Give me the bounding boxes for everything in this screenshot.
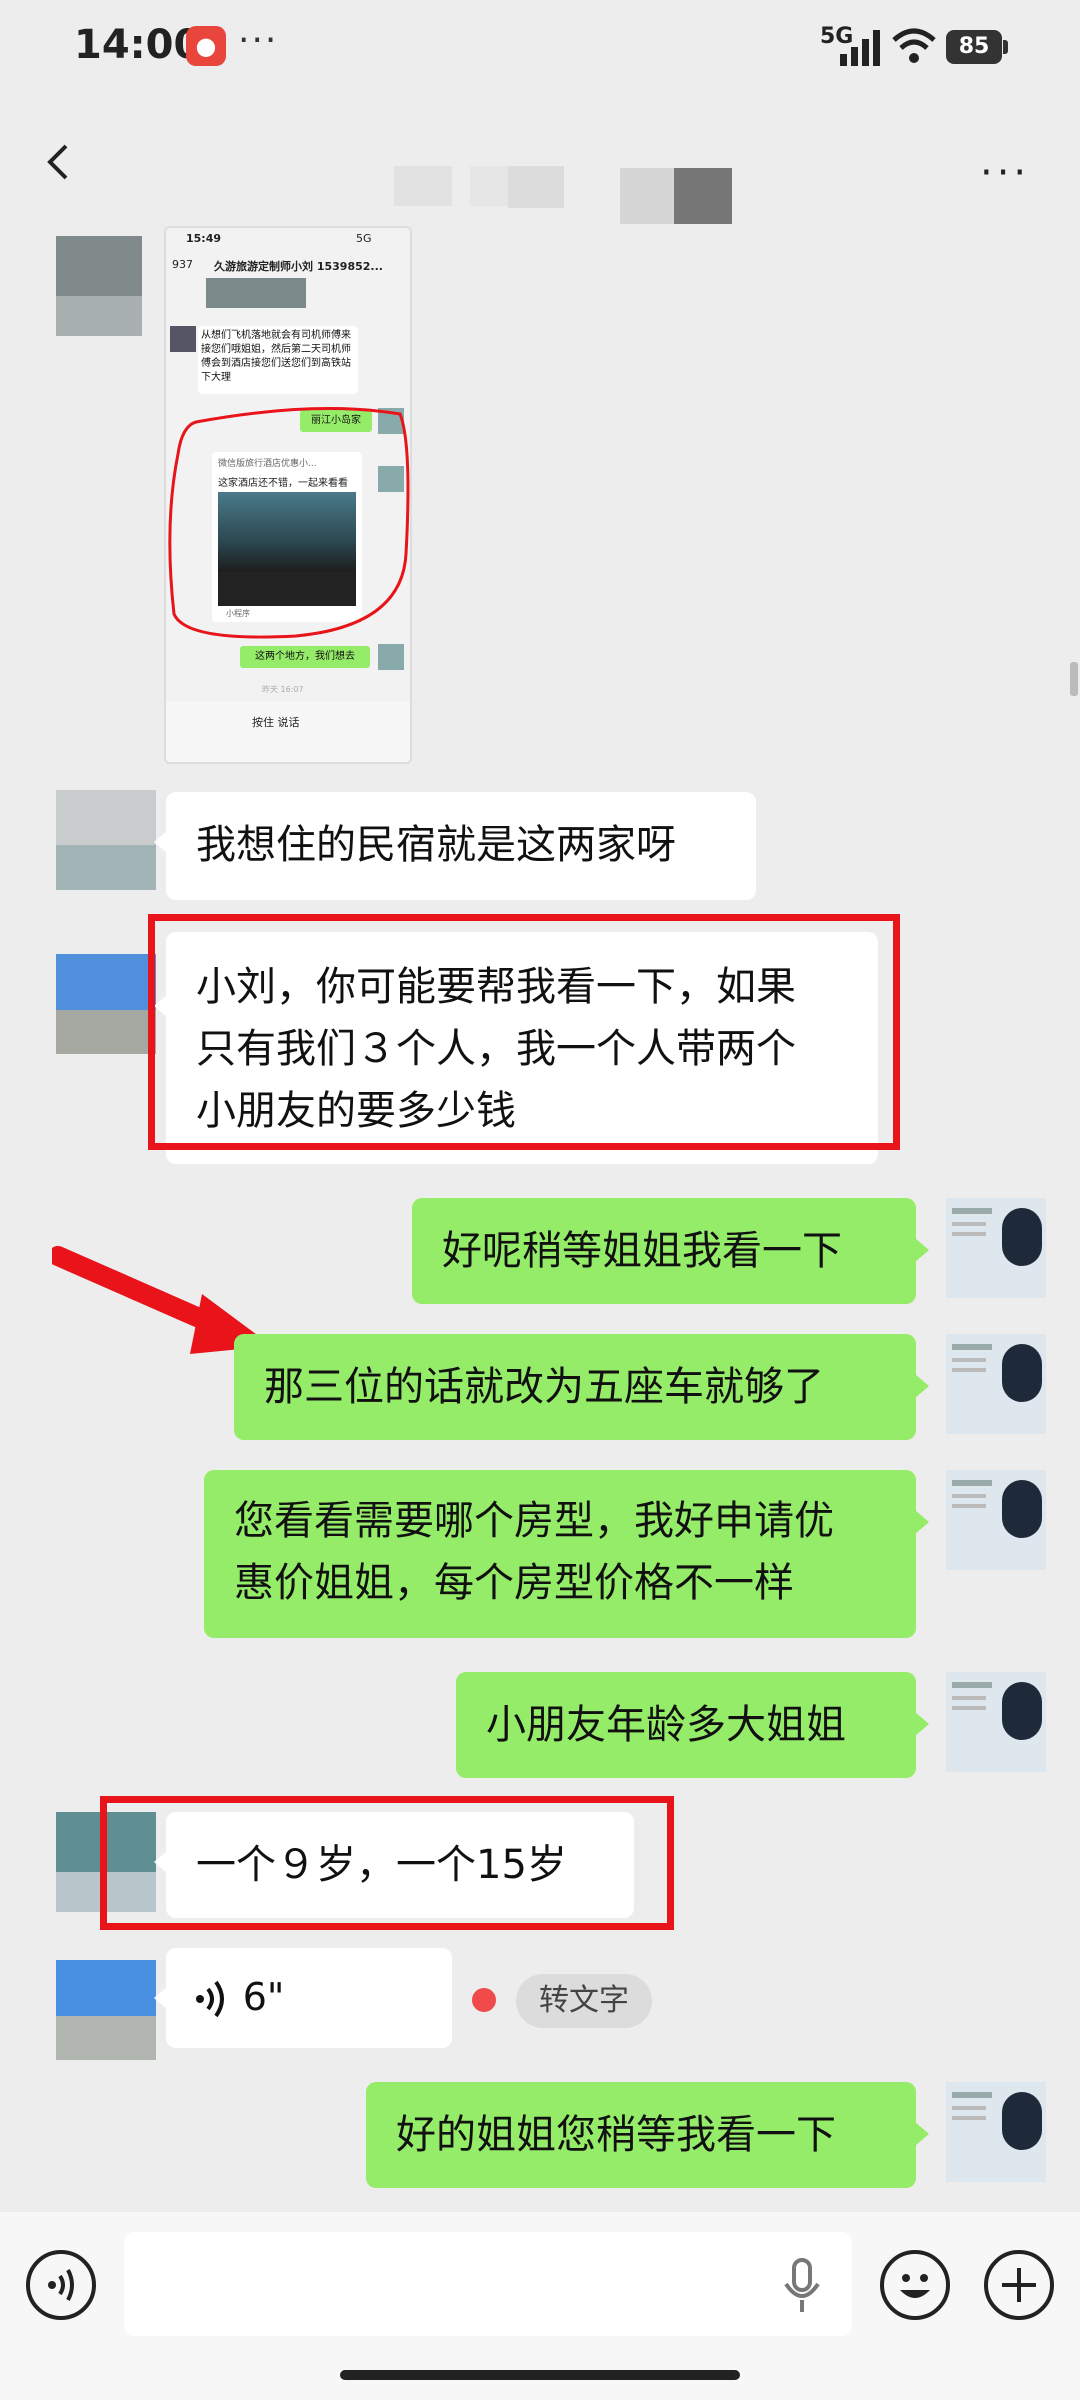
message-text: 好呢稍等姐姐我看一下 <box>442 1228 842 1274</box>
thumb-input-bar <box>166 702 410 762</box>
more-icon[interactable]: ··· <box>980 150 1030 196</box>
thumb-message-out: 这两个地方，我们想去 <box>240 646 370 668</box>
convert-to-text-button[interactable]: 转文字 <box>516 1974 652 2028</box>
thumb-title: 久游旅游定制师小刘 1539852... <box>214 260 383 273</box>
thumb-red-circle <box>168 407 410 639</box>
message-line: 惠价姐姐，每个房型价格不一样 <box>234 1560 794 1606</box>
thumb-unread: 937 <box>172 258 193 271</box>
avatar[interactable] <box>946 1334 1046 1434</box>
home-indicator <box>340 2370 740 2380</box>
message-bubble[interactable]: 您看看需要哪个房型，我好申请优 惠价姐姐，每个房型价格不一样 <box>204 1470 916 1638</box>
message-bubble[interactable]: 好呢稍等姐姐我看一下 <box>412 1198 916 1304</box>
bubble-tail <box>915 2122 929 2146</box>
red-highlight-box <box>100 1796 674 1930</box>
avatar[interactable] <box>946 1470 1046 1570</box>
avatar[interactable] <box>946 1672 1046 1772</box>
status-time: 14:00 <box>74 22 202 68</box>
avatar[interactable] <box>56 1960 156 2060</box>
red-highlight-box <box>148 914 900 1150</box>
unread-dot <box>472 1988 496 2012</box>
voice-mode-icon[interactable] <box>26 2250 96 2320</box>
thumb-network: 5G <box>356 232 372 245</box>
message-text: 小朋友年龄多大姐姐 <box>486 1702 846 1748</box>
status-more-icon: ··· <box>238 20 279 61</box>
bubble-tail <box>915 1712 929 1736</box>
title-redacted <box>674 168 732 224</box>
message-bubble[interactable]: 我想住的民宿就是这两家呀 <box>166 792 756 900</box>
thumb-avatar <box>170 326 196 352</box>
bubble-tail <box>915 1374 929 1398</box>
message-text: 好的姐姐您稍等我看一下 <box>396 2112 836 2158</box>
message-bubble[interactable]: 小朋友年龄多大姐姐 <box>456 1672 916 1778</box>
back-icon[interactable] <box>40 140 80 180</box>
battery-tip <box>1003 40 1008 54</box>
thumb-hold-to-talk: 按住 说话 <box>252 716 300 729</box>
thumb-image <box>206 278 306 308</box>
title-redacted <box>508 166 564 208</box>
message-bubble[interactable]: 好的姐姐您稍等我看一下 <box>366 2082 916 2188</box>
bubble-tail <box>915 1238 929 1262</box>
microphone-icon[interactable] <box>782 2256 822 2316</box>
emoji-icon[interactable] <box>880 2250 950 2320</box>
message-text: 我想住的民宿就是这两家呀 <box>196 822 676 868</box>
avatar[interactable] <box>56 954 156 1054</box>
voice-duration: 6" <box>242 1975 285 2019</box>
message-line: 您看看需要哪个房型，我好申请优 <box>234 1498 834 1544</box>
battery-icon: 85 <box>946 30 1002 64</box>
thumb-timestamp: 昨天 16:07 <box>262 685 304 694</box>
bubble-tail <box>915 1510 929 1534</box>
status-bar: 14:00 ● ··· 5G 85 <box>0 0 1080 100</box>
avatar[interactable] <box>56 236 142 336</box>
wifi-icon <box>892 28 936 63</box>
avatar[interactable] <box>946 2082 1046 2182</box>
thumb-time: 15:49 <box>186 232 222 245</box>
signal-icon <box>840 30 880 66</box>
title-redacted <box>394 166 452 206</box>
voice-wave-icon <box>196 1980 224 2018</box>
avatar[interactable] <box>56 790 156 890</box>
plus-icon[interactable] <box>984 2250 1054 2320</box>
app-notification-icon: ● <box>186 26 226 66</box>
voice-message-bubble[interactable]: 6" <box>166 1948 452 2048</box>
message-text: 那三位的话就改为五座车就够了 <box>264 1364 824 1410</box>
message-bubble[interactable]: 那三位的话就改为五座车就够了 <box>234 1334 916 1440</box>
thumb-avatar <box>378 644 404 670</box>
message-input[interactable] <box>124 2232 852 2336</box>
title-redacted <box>620 168 674 224</box>
thumb-message-in: 从想们飞机落地就会有司机师傅来接您们哦姐姐，然后第二天司机师傅会到酒店接您们送您… <box>198 326 358 394</box>
avatar[interactable] <box>946 1198 1046 1298</box>
scrollbar[interactable] <box>1070 662 1078 696</box>
screenshot-image[interactable]: 15:49 5G 937 久游旅游定制师小刘 1539852... 从想们飞机落… <box>164 226 412 764</box>
